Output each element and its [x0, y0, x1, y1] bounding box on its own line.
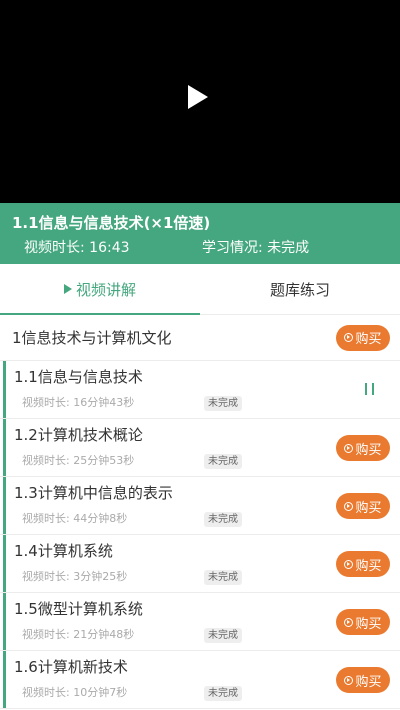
- play-circle-icon: [344, 501, 354, 511]
- list-item[interactable]: 1.3计算机中信息的表示 视频时长: 44分钟8秒 未完成 购买: [0, 477, 400, 535]
- play-triangle-icon: [63, 284, 72, 294]
- status-badge: 未完成: [204, 570, 242, 585]
- buy-label: 购买: [355, 558, 382, 574]
- buy-button[interactable]: 购买: [336, 667, 390, 693]
- buy-label: 购买: [355, 616, 382, 632]
- play-circle-icon: [344, 559, 354, 569]
- buy-button[interactable]: 购买: [336, 493, 390, 519]
- play-circle-icon: [344, 675, 354, 685]
- lesson-name: 1.2计算机技术概论: [14, 426, 143, 444]
- play-icon[interactable]: [188, 85, 208, 109]
- video-title: 1.1信息与信息技术(×1倍速): [12, 214, 211, 232]
- buy-label: 购买: [355, 674, 382, 690]
- tab-label: 视频讲解: [75, 280, 136, 299]
- list-item[interactable]: 1.4计算机系统 视频时长: 3分钟25秒 未完成 购买: [0, 535, 400, 593]
- progress-label: 学习情况:: [202, 240, 263, 256]
- status-badge: 未完成: [204, 396, 242, 411]
- duration-value: 16:43: [89, 240, 130, 256]
- lesson-name: 1.4计算机系统: [14, 542, 113, 560]
- lesson-list: 1.1信息与信息技术 视频时长: 16分钟43秒 未完成 1.2计算机技术概论 …: [0, 361, 400, 709]
- status-badge: 未完成: [204, 454, 242, 469]
- play-circle-icon: [344, 617, 354, 627]
- list-item[interactable]: 1.1信息与信息技术 视频时长: 16分钟43秒 未完成: [0, 361, 400, 419]
- buy-button[interactable]: 购买: [336, 324, 390, 351]
- list-item[interactable]: 1.6计算机新技术 视频时长: 10分钟7秒 未完成 购买: [0, 651, 400, 709]
- lesson-name: 1.1信息与信息技术: [14, 368, 143, 386]
- tab-bar: 视频讲解 题库练习: [0, 264, 400, 315]
- buy-label: 购买: [355, 332, 382, 347]
- lesson-name: 1.3计算机中信息的表示: [14, 484, 173, 502]
- lesson-name: 1.5微型计算机系统: [14, 600, 143, 618]
- lesson-duration: 视频时长: 25分钟53秒: [22, 454, 135, 467]
- lesson-duration: 视频时长: 10分钟7秒: [22, 686, 128, 699]
- tab-video-lecture[interactable]: 视频讲解: [0, 264, 200, 314]
- chapter-title: 1信息技术与计算机文化: [12, 329, 172, 347]
- tab-question-bank[interactable]: 题库练习: [200, 264, 400, 314]
- tab-label: 题库练习: [269, 280, 330, 299]
- study-progress: 学习情况: 未完成: [202, 239, 309, 257]
- buy-label: 购买: [355, 500, 382, 516]
- progress-value: 未完成: [267, 240, 310, 256]
- buy-button[interactable]: 购买: [336, 551, 390, 577]
- buy-label: 购买: [355, 442, 382, 458]
- play-circle-icon: [344, 333, 354, 342]
- pause-icon[interactable]: [365, 383, 374, 395]
- lesson-duration: 视频时长: 16分钟43秒: [22, 396, 135, 409]
- list-item[interactable]: 1.5微型计算机系统 视频时长: 21分钟48秒 未完成 购买: [0, 593, 400, 651]
- status-badge: 未完成: [204, 628, 242, 643]
- duration-label: 视频时长:: [24, 240, 85, 256]
- status-badge: 未完成: [204, 512, 242, 527]
- lesson-duration: 视频时长: 44分钟8秒: [22, 512, 128, 525]
- lesson-duration: 视频时长: 3分钟25秒: [22, 570, 128, 583]
- chapter-header[interactable]: 1信息技术与计算机文化 购买: [0, 315, 400, 361]
- video-info-bar: 1.1信息与信息技术(×1倍速) 视频时长: 16:43 学习情况: 未完成: [0, 203, 400, 264]
- list-item[interactable]: 1.2计算机技术概论 视频时长: 25分钟53秒 未完成 购买: [0, 419, 400, 477]
- video-duration: 视频时长: 16:43: [24, 239, 130, 257]
- play-circle-icon: [344, 443, 354, 453]
- status-badge: 未完成: [204, 686, 242, 701]
- lesson-name: 1.6计算机新技术: [14, 658, 128, 676]
- lesson-duration: 视频时长: 21分钟48秒: [22, 628, 135, 641]
- buy-button[interactable]: 购买: [336, 609, 390, 635]
- buy-button[interactable]: 购买: [336, 435, 390, 461]
- video-player[interactable]: [0, 0, 400, 203]
